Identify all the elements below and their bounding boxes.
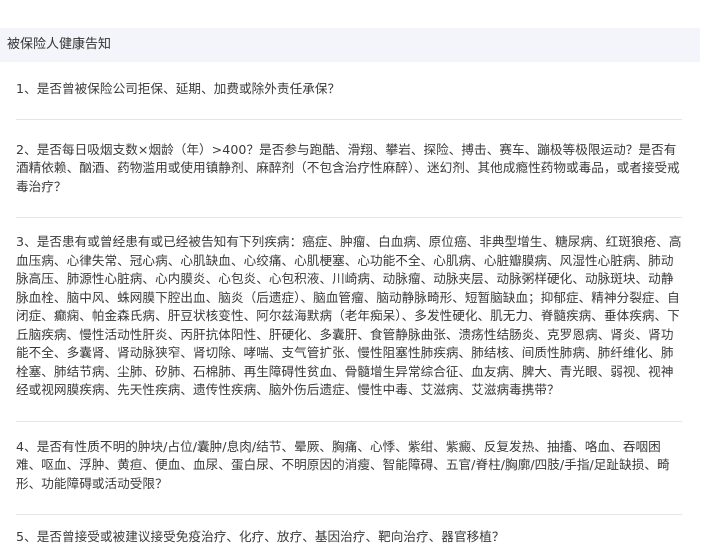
divider: [16, 118, 682, 120]
question-list: 1、是否曾被保险公司拒保、延期、加费或除外责任承保？ 2、是否每日吸烟支数×烟龄…: [16, 70, 682, 547]
section-title: 被保险人健康告知: [7, 37, 112, 52]
question-4: 4、是否有性质不明的肿块/占位/囊肿/息肉/结节、晕厥、胸痛、心悸、紫绀、紫癜、…: [16, 438, 670, 491]
divider: [16, 514, 682, 515]
question-3: 3、是否患有或曾经患有或已经被告知有下列疾病：癌症、肿瘤、白血病、原位癌、非典型…: [16, 234, 682, 397]
question-2: 2、是否每日吸烟支数×烟龄（年）>400？是否参与跑酷、滑翔、攀岩、探险、搏击、…: [16, 141, 680, 194]
question-1: 1、是否曾被保险公司拒保、延期、加费或除外责任承保？: [16, 81, 341, 96]
divider: [16, 420, 682, 422]
divider: [16, 217, 682, 218]
section-header: 被保险人健康告知: [0, 28, 700, 62]
question-5: 5、是否曾接受或被建议接受免疫治疗、化疗、放疗、基因治疗、靶向治疗、器官移植？: [16, 529, 505, 544]
